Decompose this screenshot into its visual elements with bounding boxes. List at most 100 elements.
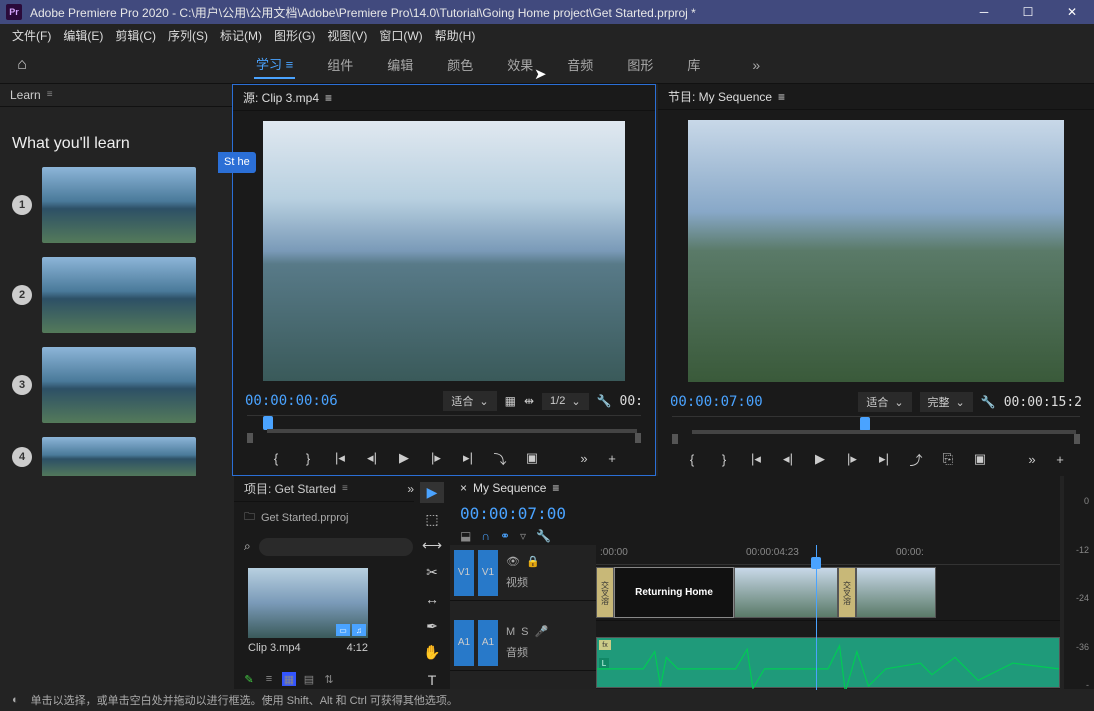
workspace-audio[interactable]: 音频 <box>565 51 595 78</box>
mark-in-button[interactable]: { <box>681 448 703 470</box>
spanner-icon[interactable]: ⇹ <box>524 394 534 408</box>
selection-tool[interactable]: ▶ <box>420 482 444 503</box>
goto-out-button[interactable]: ▸| <box>873 448 895 470</box>
menu-help[interactable]: 帮助(H) <box>429 27 482 44</box>
source-video[interactable] <box>263 121 625 381</box>
program-tc-in[interactable]: 00:00:07:00 <box>670 394 763 410</box>
project-tab[interactable]: 项目: Get Started ≡ » <box>234 476 414 502</box>
title-clip[interactable]: Returning Home <box>614 567 734 618</box>
play-button[interactable]: ▶ <box>809 448 831 470</box>
goto-in-button[interactable]: |◂ <box>329 447 351 469</box>
workspace-graphics[interactable]: 图形 <box>625 51 655 78</box>
goto-in-button[interactable]: |◂ <box>745 448 767 470</box>
source-fit-dropdown[interactable]: 适合 ⌄ <box>443 391 496 411</box>
hand-tool[interactable]: ✋ <box>420 643 444 664</box>
goto-out-button[interactable]: ▸| <box>457 447 479 469</box>
snap-icon[interactable]: ∩ <box>481 529 490 543</box>
eye-icon[interactable]: 👁 <box>506 555 520 568</box>
mark-in-button[interactable]: { <box>265 447 287 469</box>
learn-item-1[interactable]: 1 <box>12 167 220 243</box>
ripple-tool[interactable]: ⟷ <box>420 536 444 557</box>
minimize-button[interactable]: ─ <box>962 0 1006 24</box>
menu-edit[interactable]: 编辑(E) <box>57 27 109 44</box>
start-here-tag[interactable]: St he <box>218 152 256 173</box>
settings-icon[interactable]: 🔧 <box>536 529 551 543</box>
menu-marker[interactable]: 标记(M) <box>214 27 268 44</box>
learn-item-2[interactable]: 2 <box>12 257 220 333</box>
menu-view[interactable]: 视图(V) <box>321 27 373 44</box>
marker-icon[interactable]: ▿ <box>520 529 526 543</box>
play-button[interactable]: ▶ <box>393 447 415 469</box>
maximize-button[interactable]: ☐ <box>1006 0 1050 24</box>
program-video[interactable] <box>688 120 1064 382</box>
workspace-assembly[interactable]: 组件 <box>325 51 355 78</box>
freeform-view-icon[interactable]: ▤ <box>302 672 316 686</box>
slip-tool[interactable]: ↔ <box>420 589 444 610</box>
close-button[interactable]: ✕ <box>1050 0 1094 24</box>
nest-icon[interactable]: ⬓ <box>460 529 471 543</box>
video-clip[interactable] <box>856 567 936 618</box>
mic-icon[interactable]: 🎤 <box>535 625 549 638</box>
v1-target-toggle[interactable]: V1 <box>478 550 498 596</box>
v1-source-toggle[interactable]: V1 <box>454 550 474 596</box>
a1-source-toggle[interactable]: A1 <box>454 620 474 666</box>
menu-clip[interactable]: 剪辑(C) <box>109 27 162 44</box>
workspace-library[interactable]: 库 <box>685 51 702 78</box>
source-tab[interactable]: 源: Clip 3.mp4 ≡ <box>233 85 655 111</box>
wrench-icon[interactable]: 🔧 <box>597 394 612 408</box>
solo-button[interactable]: S <box>521 626 528 638</box>
pencil-icon[interactable]: ✎ <box>242 672 256 686</box>
extract-button[interactable]: ⎘ <box>937 448 959 470</box>
icon-view-icon[interactable]: ▦ <box>282 672 296 686</box>
sort-icon[interactable]: ⇅ <box>322 672 336 686</box>
source-tc-in[interactable]: 00:00:00:06 <box>245 393 338 409</box>
transition-clip[interactable]: 交叉溶 <box>838 567 856 618</box>
workspace-color[interactable]: 颜色 <box>445 51 475 78</box>
audio-clip[interactable]: fx L <box>596 637 1060 688</box>
source-ruler[interactable] <box>247 415 641 441</box>
program-fit-dropdown[interactable]: 适合 ⌄ <box>858 392 911 412</box>
mark-out-button[interactable]: } <box>713 448 735 470</box>
link-icon[interactable]: ⚭ <box>500 529 510 543</box>
menu-sequence[interactable]: 序列(S) <box>162 27 214 44</box>
transition-clip[interactable]: 交叉溶 <box>596 567 614 618</box>
overwrite-button[interactable]: ▣ <box>521 447 543 469</box>
workspace-more[interactable]: » <box>752 57 760 73</box>
step-back-button[interactable]: ◂| <box>777 448 799 470</box>
menu-window[interactable]: 窗口(W) <box>373 27 428 44</box>
add-button[interactable]: + <box>1049 448 1071 470</box>
more-transport[interactable]: » <box>573 447 595 469</box>
wrench-icon[interactable]: 🔧 <box>981 395 996 409</box>
list-view-icon[interactable]: ≡ <box>262 672 276 686</box>
step-back-button[interactable]: ◂| <box>361 447 383 469</box>
add-button[interactable]: + <box>601 447 623 469</box>
source-zoom-dropdown[interactable]: 1/2 ⌄ <box>542 393 589 410</box>
track-select-tool[interactable]: ⬚ <box>420 509 444 530</box>
a1-target-toggle[interactable]: A1 <box>478 620 498 666</box>
project-clip[interactable]: ▭♫ Clip 3.mp44:12 <box>248 568 368 654</box>
playhead[interactable] <box>811 557 821 569</box>
export-frame-button[interactable]: ▣ <box>969 448 991 470</box>
workspace-effects[interactable]: 效果 <box>505 51 535 78</box>
insert-button[interactable]: ⤵ <box>489 447 511 469</box>
step-fwd-button[interactable]: |▸ <box>841 448 863 470</box>
search-input[interactable] <box>259 538 413 556</box>
lift-button[interactable]: ⤴ <box>905 448 927 470</box>
timeline-lanes[interactable]: :00:00 00:00:04:23 00:00: 交叉溶 Returning … <box>596 545 1060 690</box>
workspace-learn[interactable]: 学习 ≡ <box>254 50 295 79</box>
program-ruler[interactable] <box>672 416 1080 442</box>
workspace-editing[interactable]: 编辑 <box>385 51 415 78</box>
mute-button[interactable]: M <box>506 626 515 638</box>
program-res-dropdown[interactable]: 完整 ⌄ <box>920 392 973 412</box>
learn-tab[interactable]: Learn ≡ <box>0 84 232 107</box>
razor-tool[interactable]: ✂ <box>420 562 444 583</box>
lock-icon[interactable]: 🔒 <box>526 555 540 568</box>
mark-out-button[interactable]: } <box>297 447 319 469</box>
more-transport[interactable]: » <box>1021 448 1043 470</box>
video-clip[interactable] <box>734 567 838 618</box>
program-tab[interactable]: 节目: My Sequence ≡ <box>658 84 1094 110</box>
timeline-timecode[interactable]: 00:00:07:00 <box>450 500 1060 527</box>
grid-icon[interactable]: ▦ <box>505 394 516 408</box>
menu-file[interactable]: 文件(F) <box>6 27 57 44</box>
menu-graphics[interactable]: 图形(G) <box>268 27 321 44</box>
